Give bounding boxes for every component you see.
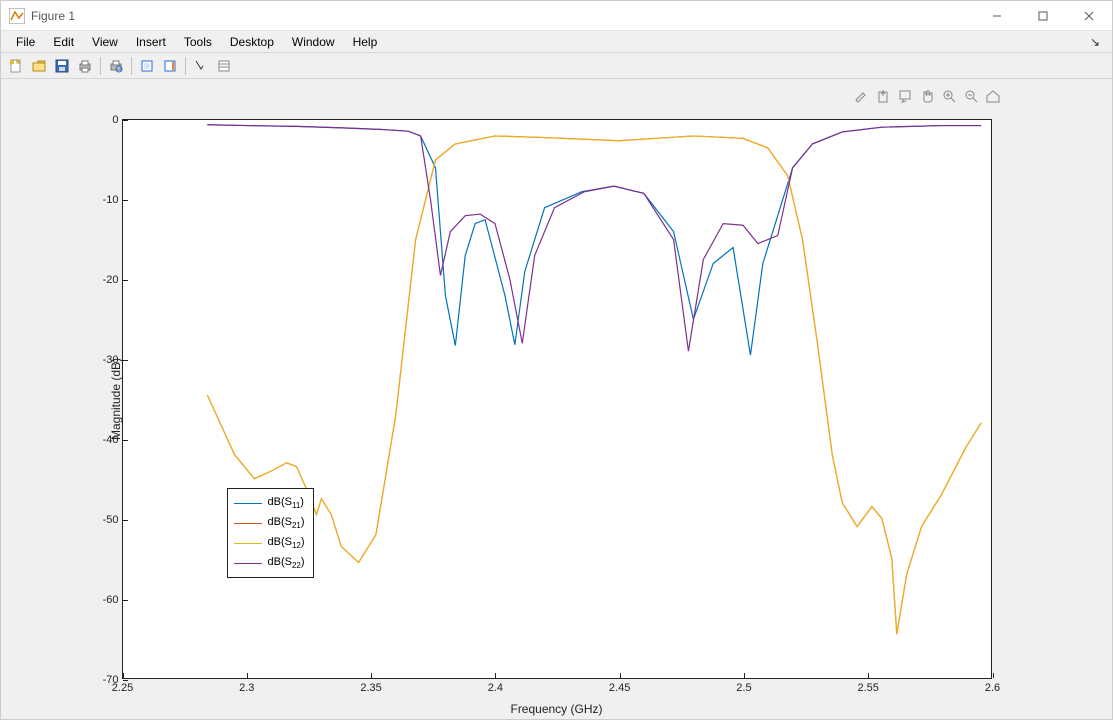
maximize-button[interactable] xyxy=(1020,1,1066,31)
legend-label: dB(S22) xyxy=(268,556,305,570)
axes-toolbar xyxy=(852,87,1002,105)
menu-edit[interactable]: Edit xyxy=(44,33,83,51)
close-button[interactable] xyxy=(1066,1,1112,31)
window-title: Figure 1 xyxy=(31,9,75,23)
zoom-out-icon[interactable] xyxy=(962,87,980,105)
minimize-button[interactable] xyxy=(974,1,1020,31)
legend-swatch xyxy=(234,523,262,524)
legend-label: dB(S11) xyxy=(268,496,304,510)
restore-view-icon[interactable] xyxy=(984,87,1002,105)
print-preview-button[interactable] xyxy=(105,55,127,77)
series-line[interactable] xyxy=(207,136,981,634)
toolbar-separator xyxy=(100,57,101,75)
link-plot-button[interactable] xyxy=(136,55,158,77)
series-line[interactable] xyxy=(207,125,981,351)
legend-entry-s21[interactable]: dB(S21) xyxy=(234,513,305,533)
menubar: File Edit View Insert Tools Desktop Wind… xyxy=(1,31,1112,53)
zoom-in-icon[interactable] xyxy=(940,87,958,105)
legend-entry-s22[interactable]: dB(S22) xyxy=(234,553,305,573)
legend-label: dB(S12) xyxy=(268,536,305,550)
menu-tools[interactable]: Tools xyxy=(175,33,221,51)
plot-lines xyxy=(123,120,991,678)
y-axis-label: Magnitude (dB) xyxy=(109,358,123,440)
legend-entry-s12[interactable]: dB(S12) xyxy=(234,533,305,553)
edit-plot-button[interactable] xyxy=(190,55,212,77)
series-line[interactable] xyxy=(207,136,981,634)
series-line[interactable] xyxy=(207,125,981,355)
figure-area: dB(S11) dB(S21) dB(S12) dB(S22) Frequenc… xyxy=(1,79,1112,719)
menu-insert[interactable]: Insert xyxy=(127,33,175,51)
menu-desktop[interactable]: Desktop xyxy=(221,33,283,51)
matlab-figure-icon xyxy=(9,8,25,24)
legend-swatch xyxy=(234,543,262,544)
save-button[interactable] xyxy=(51,55,73,77)
menu-help[interactable]: Help xyxy=(344,33,387,51)
toolbar-separator xyxy=(131,57,132,75)
menu-view[interactable]: View xyxy=(83,33,127,51)
legend-entry-s11[interactable]: dB(S11) xyxy=(234,493,305,513)
figure-toolbar xyxy=(1,53,1112,79)
menu-file[interactable]: File xyxy=(7,33,44,51)
x-axis-label: Frequency (GHz) xyxy=(510,702,602,716)
toolbar-separator xyxy=(185,57,186,75)
data-tips-icon[interactable] xyxy=(896,87,914,105)
new-figure-button[interactable] xyxy=(5,55,27,77)
titlebar: Figure 1 xyxy=(1,1,1112,31)
axes[interactable]: dB(S11) dB(S21) dB(S12) dB(S22) Frequenc… xyxy=(122,119,992,679)
pan-icon[interactable] xyxy=(918,87,936,105)
print-button[interactable] xyxy=(74,55,96,77)
export-icon[interactable] xyxy=(874,87,892,105)
open-property-inspector-button[interactable] xyxy=(213,55,235,77)
figure-window: Figure 1 File Edit View Insert Tools Des… xyxy=(0,0,1113,720)
menu-window[interactable]: Window xyxy=(283,33,344,51)
legend[interactable]: dB(S11) dB(S21) dB(S12) dB(S22) xyxy=(227,488,314,578)
legend-swatch xyxy=(234,563,262,564)
docking-arrow-icon[interactable]: ↘ xyxy=(1090,35,1106,49)
brush-icon[interactable] xyxy=(852,87,870,105)
legend-swatch xyxy=(234,503,262,504)
open-button[interactable] xyxy=(28,55,50,77)
legend-label: dB(S21) xyxy=(268,516,305,530)
insert-colorbar-button[interactable] xyxy=(159,55,181,77)
